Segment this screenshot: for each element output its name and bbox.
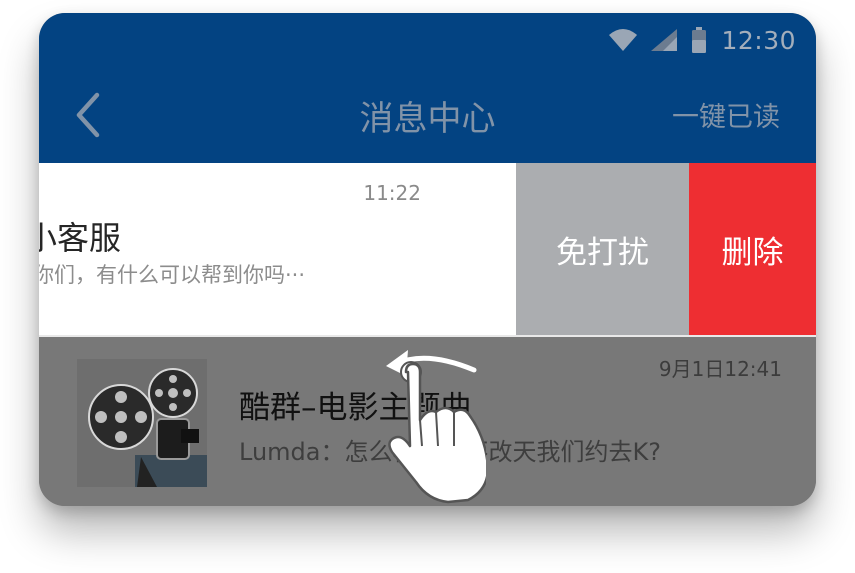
status-time: 12:30 <box>721 25 796 55</box>
film-projector-avatar <box>77 359 207 487</box>
message-preview: 你们，有什么可以帮到你吗··· <box>39 263 306 287</box>
status-bar: 12:30 <box>595 25 796 55</box>
message-row-swiped[interactable]: 11:22 小客服 你们，有什么可以帮到你吗··· 免打扰 删除 <box>39 163 816 335</box>
message-time: 11:22 <box>363 181 421 205</box>
delete-button[interactable]: 删除 <box>689 163 816 335</box>
cell-signal-icon <box>651 29 678 51</box>
message-time: 9月1日12:41 <box>658 357 782 381</box>
wifi-icon <box>609 29 638 51</box>
message-content[interactable]: 11:22 小客服 你们，有什么可以帮到你吗··· <box>39 163 516 335</box>
do-not-disturb-button[interactable]: 免打扰 <box>516 163 689 335</box>
app-header: 12:30 消息中心 一键已读 <box>39 13 816 163</box>
message-sender: 小客服 <box>39 219 122 257</box>
swipe-left-hand-icon <box>356 342 490 512</box>
battery-icon <box>691 27 707 53</box>
mark-all-read-button[interactable]: 一键已读 <box>672 95 780 134</box>
